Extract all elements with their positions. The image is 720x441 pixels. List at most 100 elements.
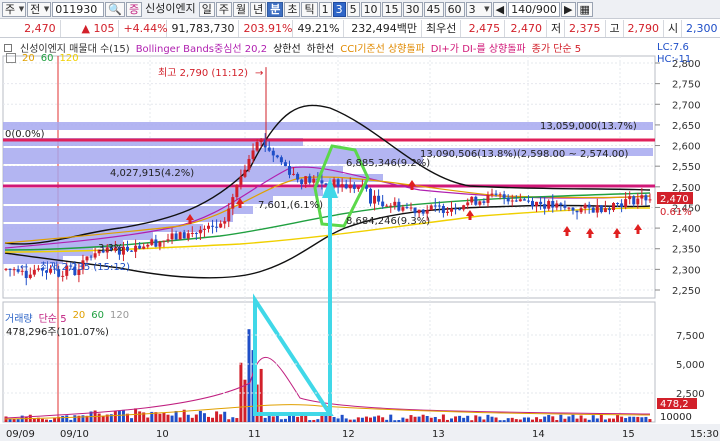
volume-bar — [186, 414, 190, 422]
buy-signal-arrow-stem — [468, 216, 472, 220]
open-label: 시 — [664, 19, 682, 37]
interval-10-button[interactable]: 10 — [360, 1, 381, 17]
period-year-button[interactable]: 년 — [250, 1, 267, 17]
legend-ma60[interactable]: 60 — [41, 53, 54, 64]
candle-body — [526, 200, 530, 202]
best-quote-label: 최우선 — [422, 19, 462, 37]
volume-bar — [539, 419, 543, 422]
zero-band-label: 0(0.0%) — [5, 129, 45, 140]
volume-bar — [73, 415, 77, 422]
volume-bar — [470, 420, 474, 422]
candle-body — [632, 196, 636, 205]
legend-ma20[interactable]: 20 — [22, 53, 35, 64]
candle-body — [223, 221, 227, 224]
volume-ma120[interactable]: 120 — [110, 310, 129, 325]
legend-cci[interactable]: CCI기준선 상향돌파 — [340, 40, 425, 55]
candle-body — [93, 253, 97, 258]
period-minute-button[interactable]: 분 — [267, 1, 284, 17]
volume-bar — [433, 416, 437, 422]
candle-body — [356, 187, 360, 189]
chart-area[interactable]: 최고 2,790 (11:12) → 0(0.0%) 13,059,000(13… — [0, 38, 720, 441]
price-tick-label: 2,600 — [672, 142, 701, 153]
mode-dropdown[interactable]: 주 — [2, 1, 27, 17]
candle-body — [466, 202, 470, 206]
volume-bar — [235, 418, 239, 422]
legend-di[interactable]: DI+가 DI-를 상향돌파 — [431, 40, 526, 55]
volume-tick-label: 5,000 — [676, 360, 705, 371]
legend-bollinger[interactable]: Bollinger Bands중심선 20,2 — [136, 40, 267, 55]
candle-body — [595, 205, 599, 213]
candle-body — [304, 176, 308, 185]
interval-1-button[interactable]: 1 — [318, 1, 332, 17]
count-field[interactable]: 140/900 — [508, 1, 561, 17]
interval-15-button[interactable]: 15 — [381, 1, 402, 17]
volume-bar — [518, 419, 522, 422]
candle-body — [543, 204, 547, 209]
price-tick-label: 2,650 — [672, 121, 701, 132]
legend-ma120[interactable]: 120 — [59, 53, 78, 64]
candle-body — [186, 233, 190, 239]
volume-bar — [522, 417, 526, 422]
search-icon[interactable]: 🔍 — [105, 1, 125, 17]
volume-bar — [599, 414, 603, 422]
prev-button[interactable]: ◀ — [492, 1, 508, 17]
candle-body — [628, 196, 632, 200]
buy-signal-arrow-stem — [238, 204, 242, 208]
price-axis: 2,8002,7502,7002,6502,6002,5502,5002,450… — [655, 59, 701, 297]
legend-upper[interactable]: 상한선 — [273, 40, 301, 55]
volume-bar — [377, 415, 381, 422]
period-week-button[interactable]: 주 — [215, 1, 232, 17]
interval-30-button[interactable]: 30 — [402, 1, 423, 17]
period-month-button[interactable]: 월 — [232, 1, 250, 17]
volume-bar — [620, 416, 624, 422]
period-day-button[interactable]: 일 — [198, 1, 215, 17]
legend-close[interactable]: 종가 단순 5 — [532, 40, 582, 55]
interval-45-button[interactable]: 45 — [423, 1, 444, 17]
volume-bar — [401, 417, 405, 422]
candle-body — [166, 239, 170, 241]
interval-3-button[interactable]: 3 — [332, 1, 346, 17]
candle-body — [154, 239, 158, 247]
period-second-button[interactable]: 초 — [284, 1, 301, 17]
next-button[interactable]: ▶ — [561, 1, 576, 17]
volume-bar — [612, 418, 615, 422]
price-chart-svg[interactable]: 최고 2,790 (11:12) → 0(0.0%) 13,059,000(13… — [0, 38, 720, 441]
interval-5-button[interactable]: 5 — [346, 1, 360, 17]
candle-body — [130, 250, 134, 252]
candle-body — [640, 195, 644, 199]
market-dropdown[interactable]: 전 — [27, 1, 52, 17]
candle-body — [320, 180, 324, 184]
candle-body — [288, 166, 291, 175]
volume-bar — [405, 418, 409, 422]
period-tick-button[interactable]: 틱 — [301, 1, 318, 17]
interval-60-button[interactable]: 60 — [444, 1, 465, 17]
volume-bar — [271, 416, 275, 422]
volume-bar — [373, 416, 377, 422]
candle-body — [198, 229, 202, 234]
stock-code-input[interactable]: 011930 — [52, 1, 105, 17]
candle-body — [239, 176, 243, 185]
candle-body — [243, 169, 247, 177]
volume-bar — [458, 415, 462, 422]
volume-bar — [389, 414, 393, 422]
candle-body — [381, 201, 385, 207]
candle-body — [89, 256, 93, 258]
quote-bar: 2,470 ▲ 105 +4.44% 91,783,730 203.91% 49… — [0, 19, 720, 38]
volume-bar — [352, 419, 356, 422]
volume-bar — [437, 419, 441, 422]
candle-body — [437, 205, 441, 207]
band3-label: 4,027,915(4.2%) — [110, 168, 194, 179]
candle-body — [296, 173, 300, 180]
volume-profile-bar — [3, 206, 253, 214]
price-tick-label: 2,300 — [672, 265, 701, 276]
volume-bar — [300, 415, 304, 422]
volume-bar — [563, 418, 567, 422]
candle-body — [389, 205, 393, 207]
chart-settings-icon[interactable]: ▦ — [576, 1, 593, 17]
interval-dropdown[interactable]: 3 — [465, 1, 492, 17]
volume-bar — [296, 416, 300, 422]
candle-body — [85, 256, 89, 261]
buy-signal-arrow-stem — [410, 186, 414, 190]
candle-body — [648, 199, 652, 201]
legend-lower[interactable]: 하한선 — [307, 40, 335, 55]
